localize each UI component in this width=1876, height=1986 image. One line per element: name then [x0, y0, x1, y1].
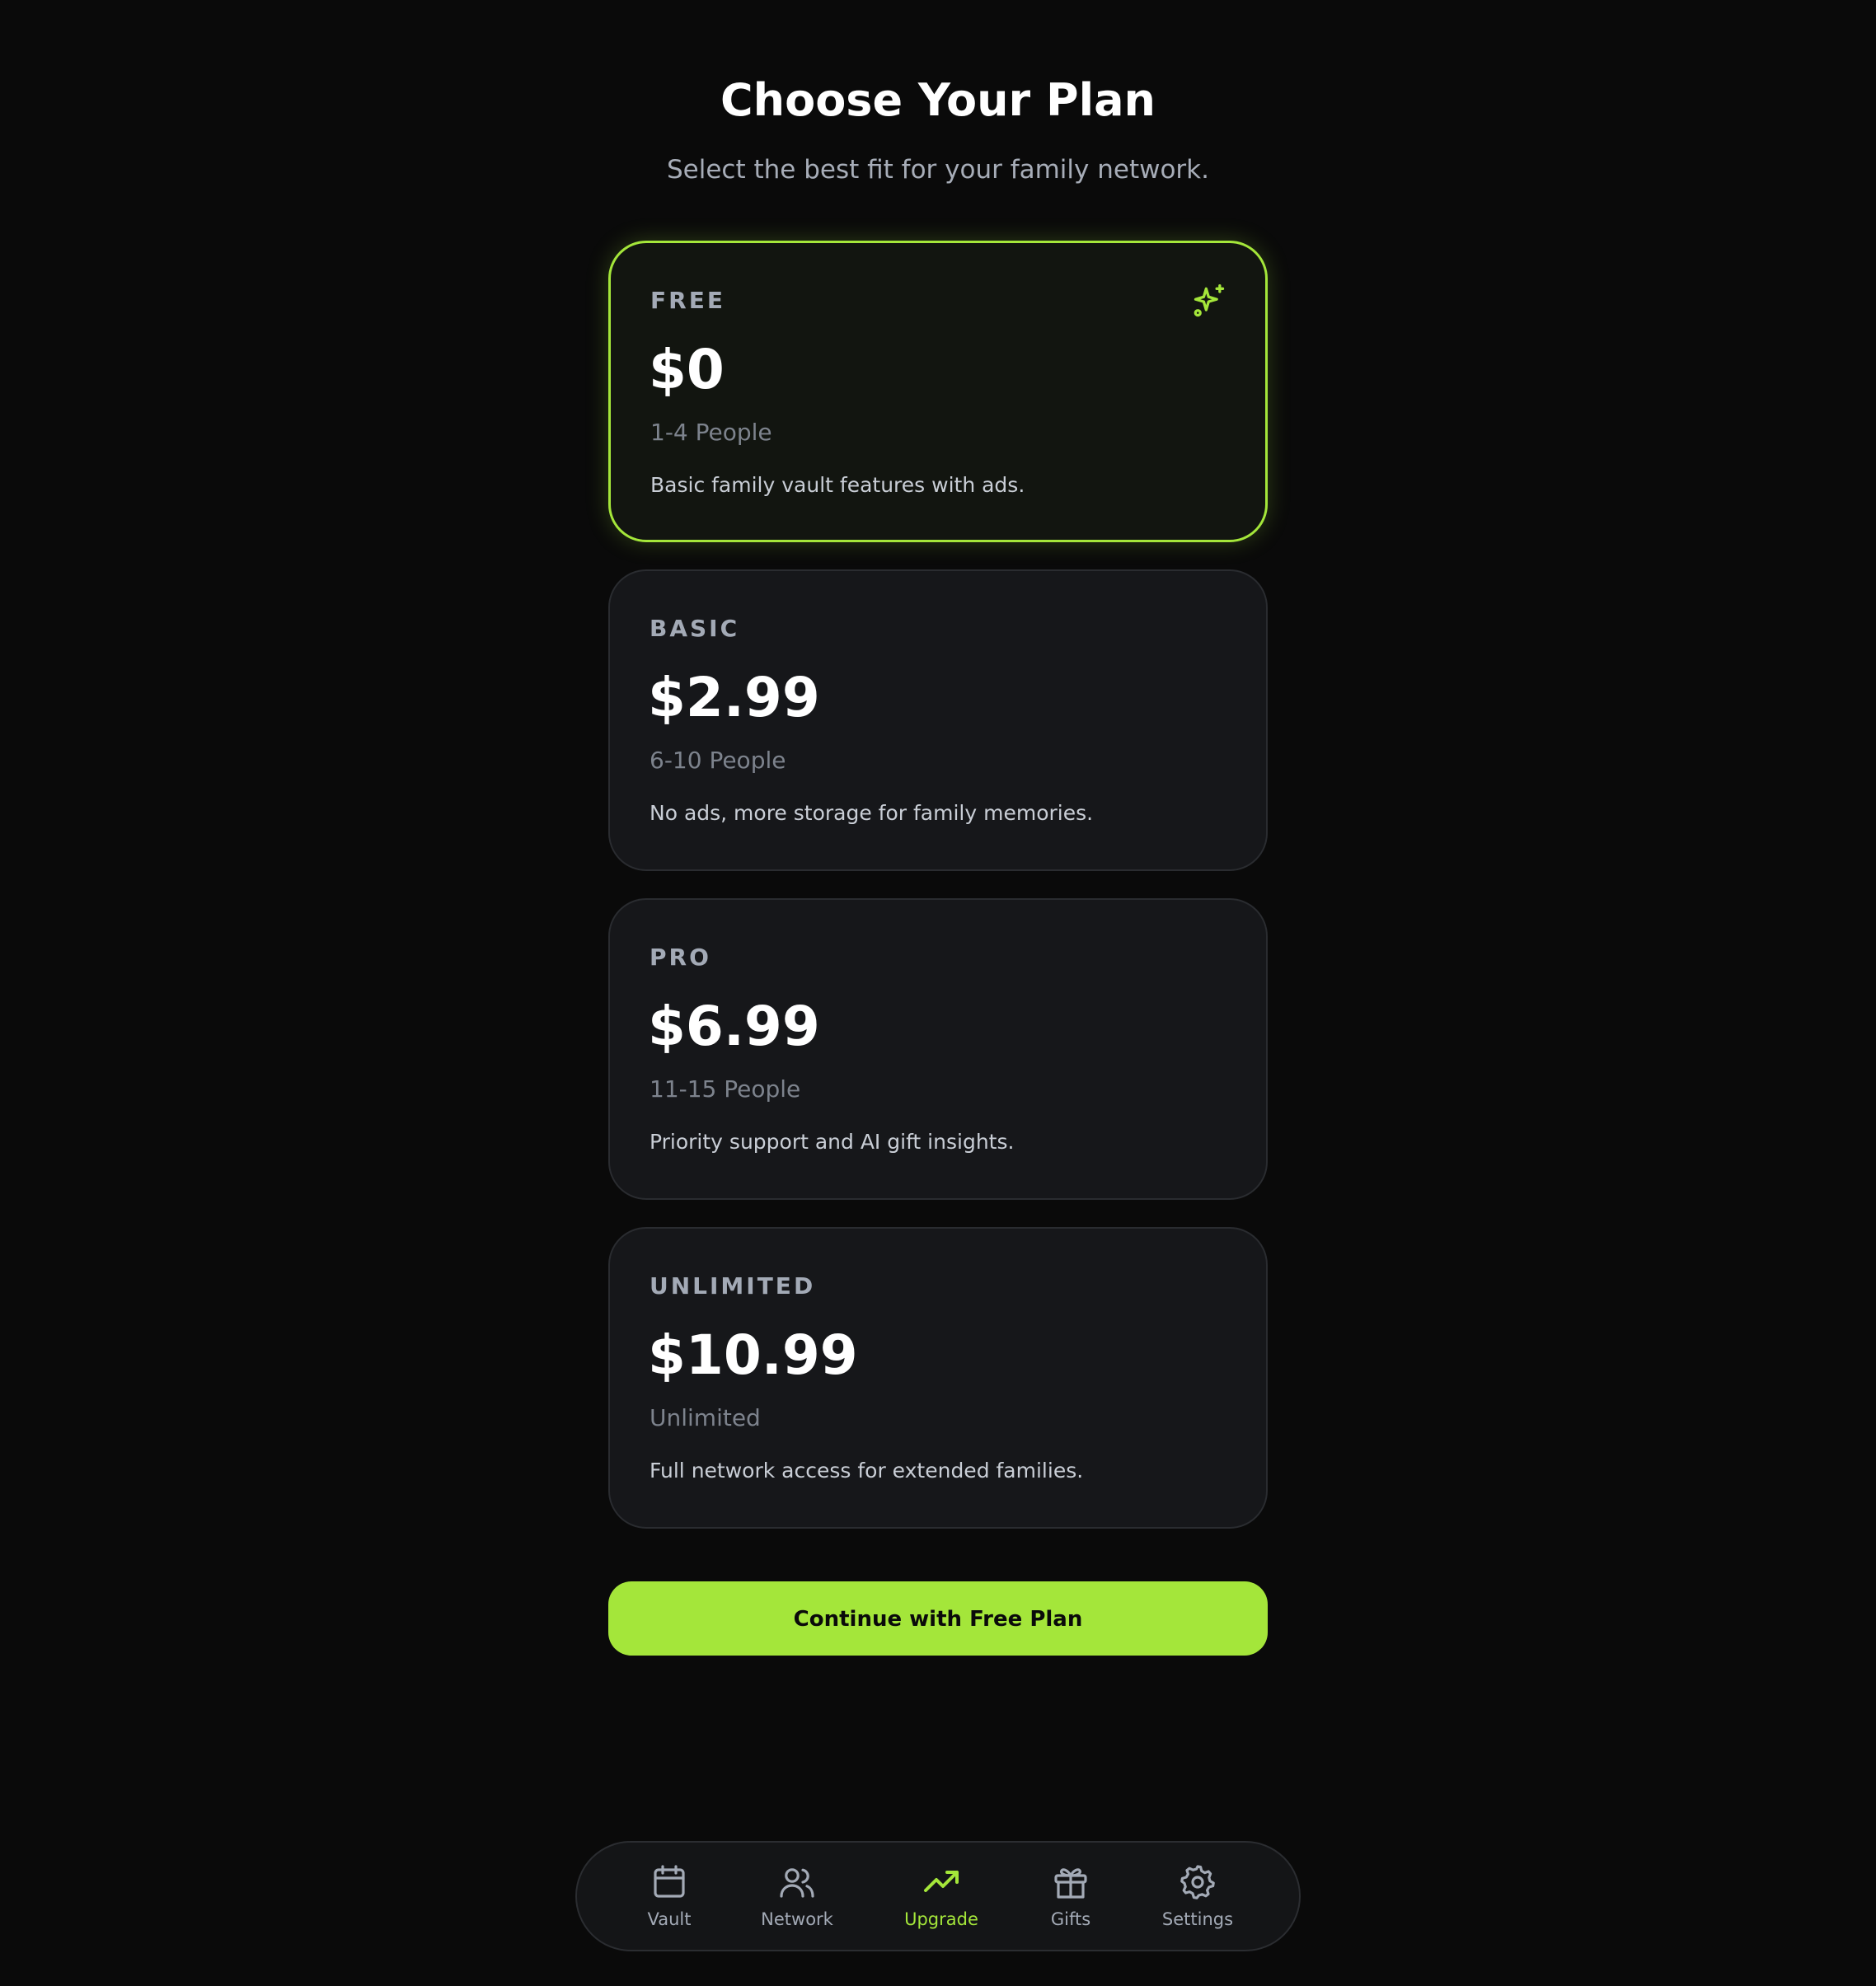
plan-card-unlimited[interactable]: UNLIMITED $10.99 Unlimited Full network … — [608, 1227, 1268, 1529]
nav-item-settings[interactable]: Settings — [1140, 1862, 1255, 1937]
plan-list: FREE $0 1-4 People Basic family vault fe… — [608, 241, 1268, 1556]
users-icon — [780, 1868, 814, 1898]
plan-description: Priority support and AI gift insights. — [650, 1130, 1015, 1154]
plan-people: 11-15 People — [650, 1075, 801, 1103]
plan-card-basic[interactable]: BASIC $2.99 6-10 People No ads, more sto… — [608, 569, 1268, 871]
page-title: Choose Your Plan — [720, 74, 1156, 126]
continue-button[interactable]: Continue with Free Plan — [608, 1581, 1268, 1656]
sparkle-icon — [1194, 284, 1225, 317]
plan-people: Unlimited — [650, 1404, 761, 1431]
plan-price: $6.99 — [648, 995, 820, 1058]
plan-description: Full network access for extended familie… — [650, 1459, 1084, 1482]
plan-selection-screen: Choose Your Plan Select the best fit for… — [0, 0, 1876, 1986]
nav-label: Settings — [1161, 1909, 1234, 1929]
plan-name: UNLIMITED — [650, 1272, 816, 1300]
nav-label: Vault — [647, 1909, 692, 1929]
nav-label: Upgrade — [904, 1909, 978, 1929]
nav-label: Network — [761, 1909, 833, 1929]
plan-name: BASIC — [650, 615, 740, 642]
plan-description: Basic family vault features with ads. — [650, 473, 1025, 497]
plan-card-pro[interactable]: PRO $6.99 11-15 People Priority support … — [608, 898, 1268, 1200]
plan-people: 6-10 People — [650, 747, 786, 774]
plan-price: $0 — [649, 338, 725, 401]
plan-price: $10.99 — [648, 1323, 858, 1387]
nav-label: Gifts — [1050, 1909, 1091, 1929]
plan-card-free[interactable]: FREE $0 1-4 People Basic family vault fe… — [608, 241, 1268, 542]
gear-icon — [1180, 1865, 1215, 1899]
nav-item-vault[interactable]: Vault — [612, 1862, 727, 1937]
plan-description: No ads, more storage for family memories… — [650, 801, 1094, 825]
bottom-nav: Vault Network Upgrade Gifts Settings — [575, 1841, 1301, 1951]
nav-item-upgrade[interactable]: Upgrade — [884, 1862, 999, 1937]
calendar-icon — [654, 1865, 685, 1898]
nav-item-network[interactable]: Network — [739, 1862, 855, 1937]
plan-name: FREE — [650, 287, 725, 314]
page-subtitle: Select the best fit for your family netw… — [667, 155, 1209, 185]
nav-item-gifts[interactable]: Gifts — [1013, 1862, 1128, 1937]
trending-up-icon — [924, 1871, 959, 1892]
plan-name: PRO — [650, 944, 711, 971]
plan-people: 1-4 People — [650, 419, 772, 446]
plan-price: $2.99 — [648, 666, 820, 729]
gift-icon — [1054, 1868, 1087, 1899]
